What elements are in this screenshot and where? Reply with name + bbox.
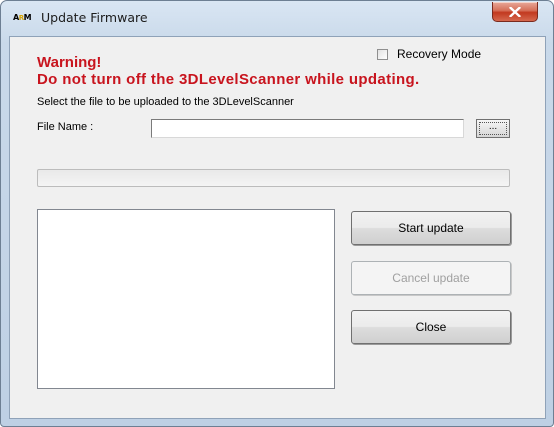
logo-letter-right: M [23, 13, 32, 22]
recovery-mode-checkbox[interactable] [377, 49, 388, 60]
file-name-label: File Name : [37, 121, 94, 133]
warning-message: Do not turn off the 3DLevelScanner while… [37, 71, 420, 88]
close-button[interactable]: Close [351, 310, 511, 344]
dialog-client-area: Recovery Mode Warning! Do not turn off t… [9, 36, 546, 419]
browse-button[interactable]: ... [476, 119, 510, 138]
upload-progress-bar [37, 169, 510, 187]
warning-heading: Warning! [37, 54, 102, 71]
start-update-button[interactable]: Start update [351, 211, 511, 245]
window-close-button[interactable] [492, 2, 538, 22]
update-firmware-window: ARM Update Firmware Recovery Mode Warnin… [0, 0, 554, 427]
browse-focus-rect [479, 122, 507, 135]
app-logo-icon: ARM [13, 12, 37, 24]
recovery-mode-label[interactable]: Recovery Mode [397, 47, 481, 61]
instruction-text: Select the file to be uploaded to the 3D… [37, 96, 294, 108]
title-bar[interactable]: ARM Update Firmware [1, 1, 553, 37]
log-output-box[interactable] [37, 209, 335, 389]
file-name-input[interactable] [151, 119, 464, 138]
close-icon [509, 7, 521, 17]
window-title: Update Firmware [41, 10, 148, 25]
cancel-update-button[interactable]: Cancel update [351, 261, 511, 295]
